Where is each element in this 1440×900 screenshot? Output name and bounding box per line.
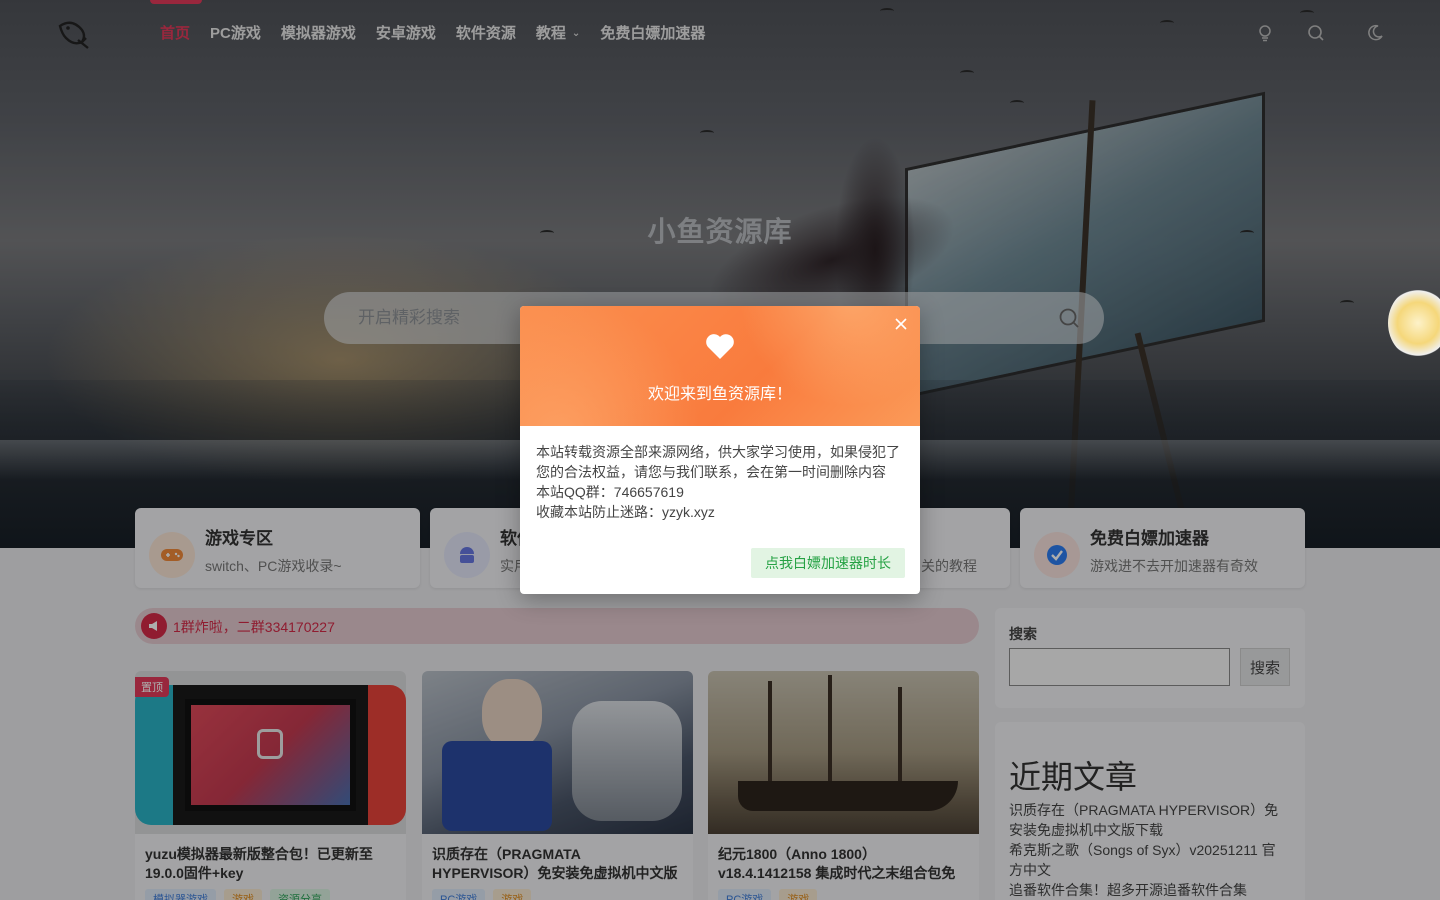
heart-icon: [706, 334, 734, 359]
close-icon[interactable]: [894, 317, 908, 331]
accelerator-button[interactable]: 点我白嫖加速器时长: [751, 548, 905, 578]
modal-header: 欢迎来到鱼资源库！: [520, 306, 920, 426]
mascot-widget[interactable]: [1388, 288, 1440, 358]
modal-title: 欢迎来到鱼资源库！: [647, 386, 792, 403]
welcome-modal: 欢迎来到鱼资源库！ 本站转载资源全部来源网络，供大家学习使用，如果侵犯了您的合法…: [520, 306, 920, 594]
modal-body: 本站转载资源全部来源网络，供大家学习使用，如果侵犯了您的合法权益，请您与我们联系…: [536, 444, 900, 520]
